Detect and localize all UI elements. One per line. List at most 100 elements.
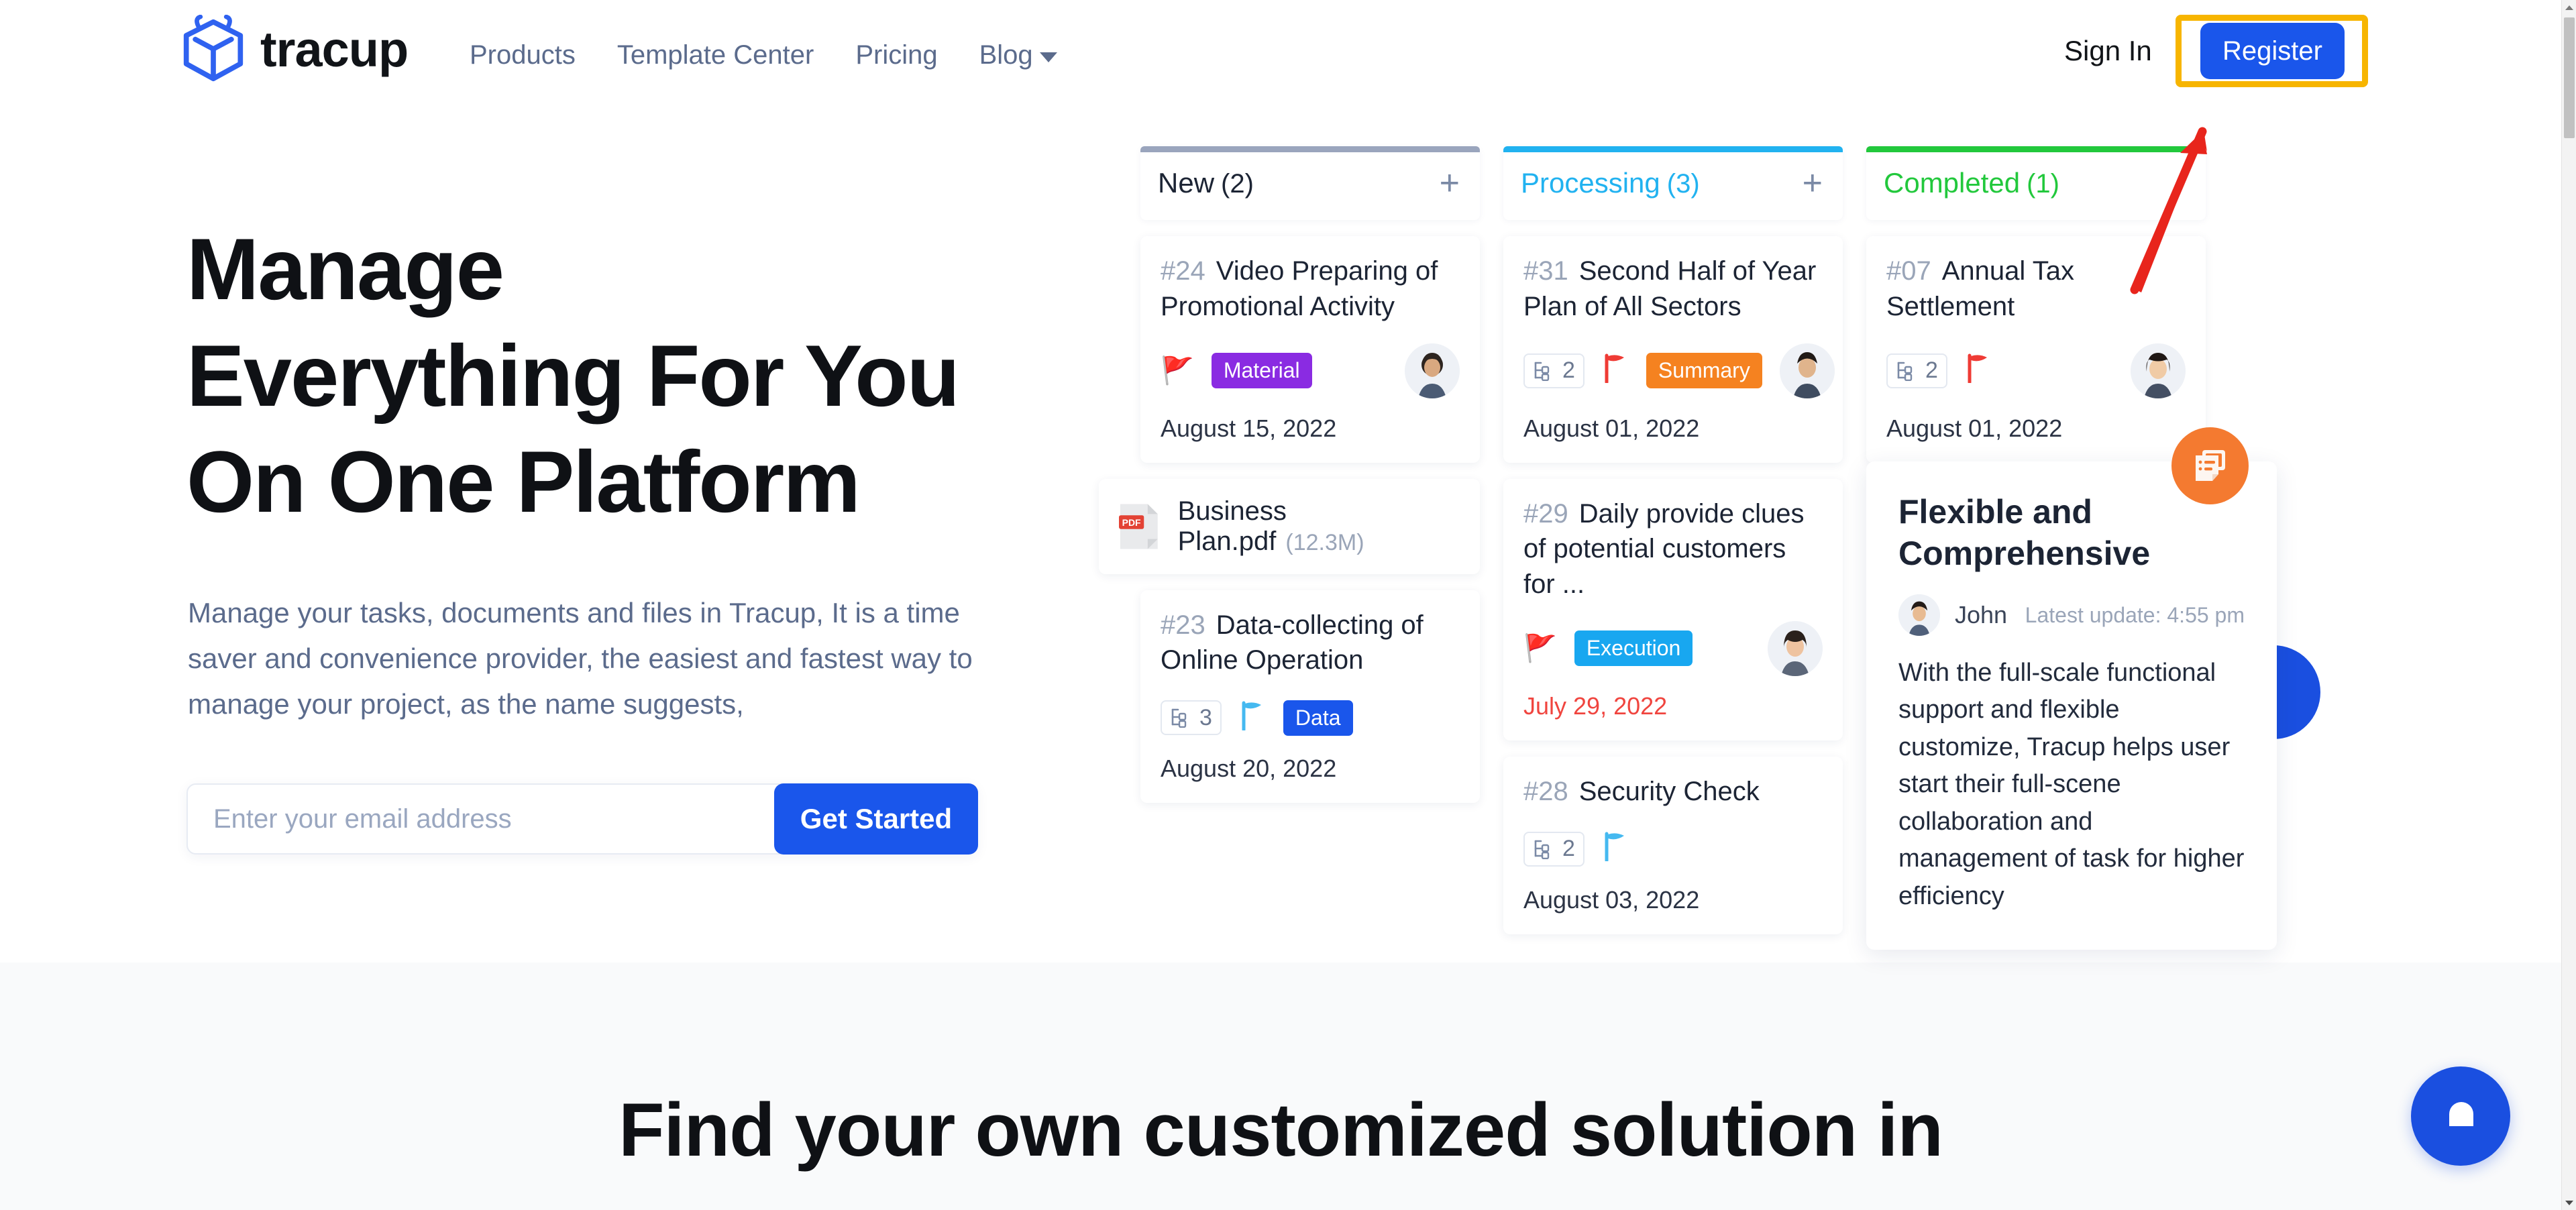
feature-title: Flexible and Comprehensive — [1898, 493, 2151, 572]
pdf-file-icon: PDF — [1119, 504, 1158, 549]
flag-blue-icon — [1602, 832, 1629, 866]
column-count: (3) — [1666, 169, 1700, 199]
subtask-number: 2 — [1925, 358, 1938, 384]
card-title-row: #28 Security Check — [1523, 774, 1823, 810]
card-title-row: #31 Second Half of Year Plan of All Secto… — [1523, 254, 1823, 325]
card-date: July 29, 2022 — [1523, 692, 1668, 720]
svg-text:PDF: PDF — [1122, 517, 1141, 528]
main-navigation: Products Template Center Pricing Blog — [470, 40, 1057, 70]
hero-title-line-2: Everything For You — [186, 326, 960, 425]
card-meta: 2 — [1886, 343, 2186, 398]
card-title-row: #24 Video Preparing of Promotional Activi… — [1161, 254, 1460, 325]
add-card-plus-icon[interactable]: + — [1803, 166, 1823, 201]
card-date: August 20, 2022 — [1161, 755, 1337, 783]
flag-red-icon — [1965, 353, 1992, 388]
avatar — [2131, 343, 2186, 398]
subtask-icon — [1534, 362, 1550, 381]
feature-update-time: Latest update: 4:55 pm — [2025, 602, 2245, 627]
card-tag: Material — [1211, 353, 1312, 389]
avatar — [1768, 620, 1823, 676]
feature-highlight-panel: Flexible and Comprehensive John Latest u… — [1866, 461, 2277, 950]
nav-item-pricing[interactable]: Pricing — [855, 40, 937, 70]
kanban-card[interactable]: #23 Data-collecting of Online Operation 3 — [1140, 590, 1480, 804]
card-meta: 2 — [1523, 828, 1823, 870]
card-date: August 03, 2022 — [1523, 885, 1700, 914]
card-id: #31 — [1523, 256, 1568, 286]
kanban-board: New (2) + #24 Video Preparing of Promotio… — [1099, 146, 2294, 950]
subtask-number: 2 — [1562, 836, 1575, 862]
scroll-up-arrow-icon[interactable] — [2562, 0, 2576, 15]
column-header-completed: Completed (1) — [1866, 146, 2206, 220]
card-id: #07 — [1886, 256, 1931, 286]
card-tag: Data — [1283, 700, 1353, 736]
card-tag: Summary — [1646, 353, 1762, 389]
kanban-card[interactable]: #29 Daily provide clues of potential cust… — [1503, 478, 1843, 740]
chevron-down-icon — [1039, 52, 1057, 62]
nav-label: Template Center — [616, 40, 814, 70]
card-meta: 🚩 Material — [1161, 343, 1460, 398]
document-list-icon — [2195, 449, 2225, 481]
card-meta: 2 Summary — [1523, 343, 1835, 398]
card-title-row: #07 Annual Tax Settlement — [1886, 254, 2186, 325]
sign-in-link[interactable]: Sign In — [2064, 35, 2152, 67]
card-title: Security Check — [1578, 776, 1760, 806]
subtask-count: 2 — [1523, 353, 1585, 388]
document-list-badge[interactable] — [2171, 427, 2249, 504]
kanban-card[interactable]: #31 Second Half of Year Plan of All Secto… — [1503, 236, 1843, 463]
avatar — [1779, 343, 1835, 398]
nav-label: Products — [470, 40, 576, 70]
subtask-count: 2 — [1886, 353, 1947, 388]
scrollbar-thumb[interactable] — [2564, 17, 2575, 138]
file-attachment-card[interactable]: PDF Business Plan.pdf (12.3M) — [1099, 478, 1480, 574]
second-section-heading: Find your own customized solution in — [619, 1088, 1943, 1172]
feature-body-text: With the full-scale functional support a… — [1898, 659, 2245, 910]
file-size: (12.3M) — [1285, 529, 1364, 555]
brand-name: tracup — [260, 21, 409, 77]
kanban-card[interactable]: #28 Security Check 2 August 03, 2022 — [1503, 756, 1843, 934]
column-title: New — [1158, 167, 1215, 199]
card-tag: Execution — [1574, 630, 1693, 667]
card-meta: 3 Data — [1161, 697, 1460, 738]
nav-item-template-center[interactable]: Template Center — [617, 40, 814, 70]
site-header: tracup Products Template Center Pricing … — [0, 0, 2561, 119]
page-scrollbar[interactable] — [2561, 0, 2576, 1210]
kanban-card[interactable]: #07 Annual Tax Settlement 2 August 01, 2… — [1866, 236, 2206, 463]
kanban-card[interactable]: #24 Video Preparing of Promotional Activi… — [1140, 236, 1480, 463]
email-input[interactable] — [188, 785, 774, 853]
avatar — [1405, 343, 1460, 398]
subtask-icon — [1171, 708, 1187, 728]
scroll-down-arrow-icon[interactable] — [2562, 1195, 2576, 1210]
nav-label: Pricing — [855, 40, 938, 70]
subtask-icon — [1534, 840, 1550, 859]
column-header-new: New (2) + — [1140, 146, 1480, 220]
brand-logo[interactable]: tracup — [181, 15, 409, 85]
get-started-button[interactable]: Get Started — [774, 783, 978, 855]
card-id: #29 — [1523, 498, 1568, 529]
add-card-plus-icon[interactable]: + — [1440, 166, 1460, 201]
nav-item-blog[interactable]: Blog — [979, 40, 1057, 70]
kanban-column-new: New (2) + #24 Video Preparing of Promotio… — [1099, 146, 1480, 804]
chat-bubble-button[interactable] — [2411, 1066, 2510, 1166]
card-date: August 01, 2022 — [1523, 414, 1700, 442]
hero-title-line-1: Manage — [186, 220, 504, 318]
card-meta: 🚩 Execution — [1523, 620, 1823, 676]
nav-item-products[interactable]: Products — [470, 40, 576, 70]
column-title: Completed — [1884, 167, 2021, 199]
card-id: #24 — [1161, 256, 1205, 286]
subtask-count: 3 — [1161, 700, 1222, 736]
hero-title-line-3: On One Platform — [186, 433, 861, 531]
flag-yellow-icon: 🚩 — [1523, 633, 1557, 663]
column-header-processing: Processing (3) + — [1503, 146, 1843, 220]
flag-red-icon — [1602, 353, 1629, 388]
card-title-row: #23 Data-collecting of Online Operation — [1161, 608, 1460, 679]
subtask-number: 3 — [1199, 704, 1212, 730]
avatar — [1898, 594, 1940, 636]
kanban-column-completed: Completed (1) #07Annual Tax Settlement — [1866, 146, 2206, 463]
column-title: Processing — [1521, 167, 1660, 199]
email-signup-form: Get Started — [186, 783, 978, 855]
page-title: Manage Everything For You On One Platfor… — [186, 216, 1126, 535]
feature-author: John — [1955, 601, 2008, 628]
subtask-number: 2 — [1562, 358, 1575, 384]
register-button[interactable]: Register — [2200, 23, 2345, 79]
subtask-icon — [1897, 362, 1913, 381]
